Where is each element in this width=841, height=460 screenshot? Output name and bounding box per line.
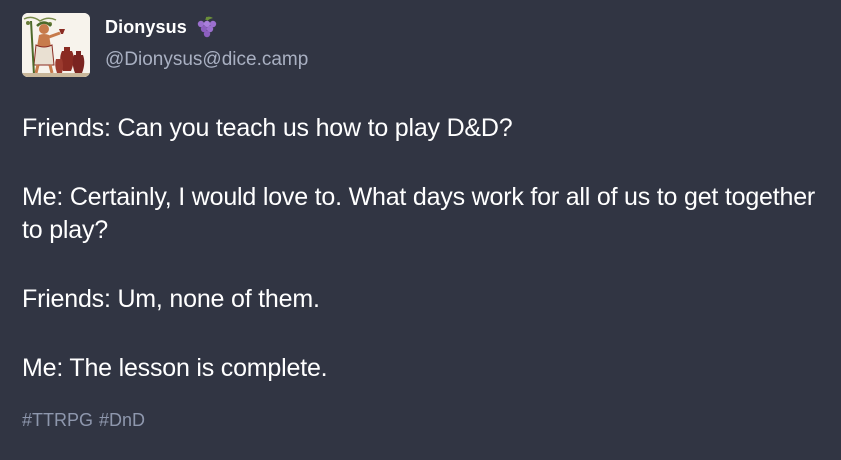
hashtag-link[interactable]: #DnD (99, 410, 145, 431)
post-paragraph: Me: Certainly, I would love to. What day… (22, 183, 816, 244)
display-name-row: Dionysus (105, 14, 217, 40)
hashtag-list: #TTRPG #DnD (22, 410, 145, 431)
post-content: Friends: Can you teach us how to play D&… (22, 112, 837, 421)
avatar-dionysus-image (22, 13, 90, 77)
account-handle[interactable]: @Dionysus@dice.camp (105, 49, 308, 71)
avatar[interactable] (22, 13, 90, 77)
display-name[interactable]: Dionysus (105, 17, 187, 38)
post-paragraph: Me: The lesson is complete. (22, 354, 328, 382)
post-paragraph: Friends: Can you teach us how to play D&… (22, 114, 513, 142)
post-card: Dionysus @Dionysus@dice.camp Friends: Ca… (0, 0, 841, 460)
post-paragraph: Friends: Um, none of them. (22, 285, 320, 313)
hashtag-link[interactable]: #TTRPG (22, 410, 93, 431)
grapes-icon (195, 15, 217, 39)
